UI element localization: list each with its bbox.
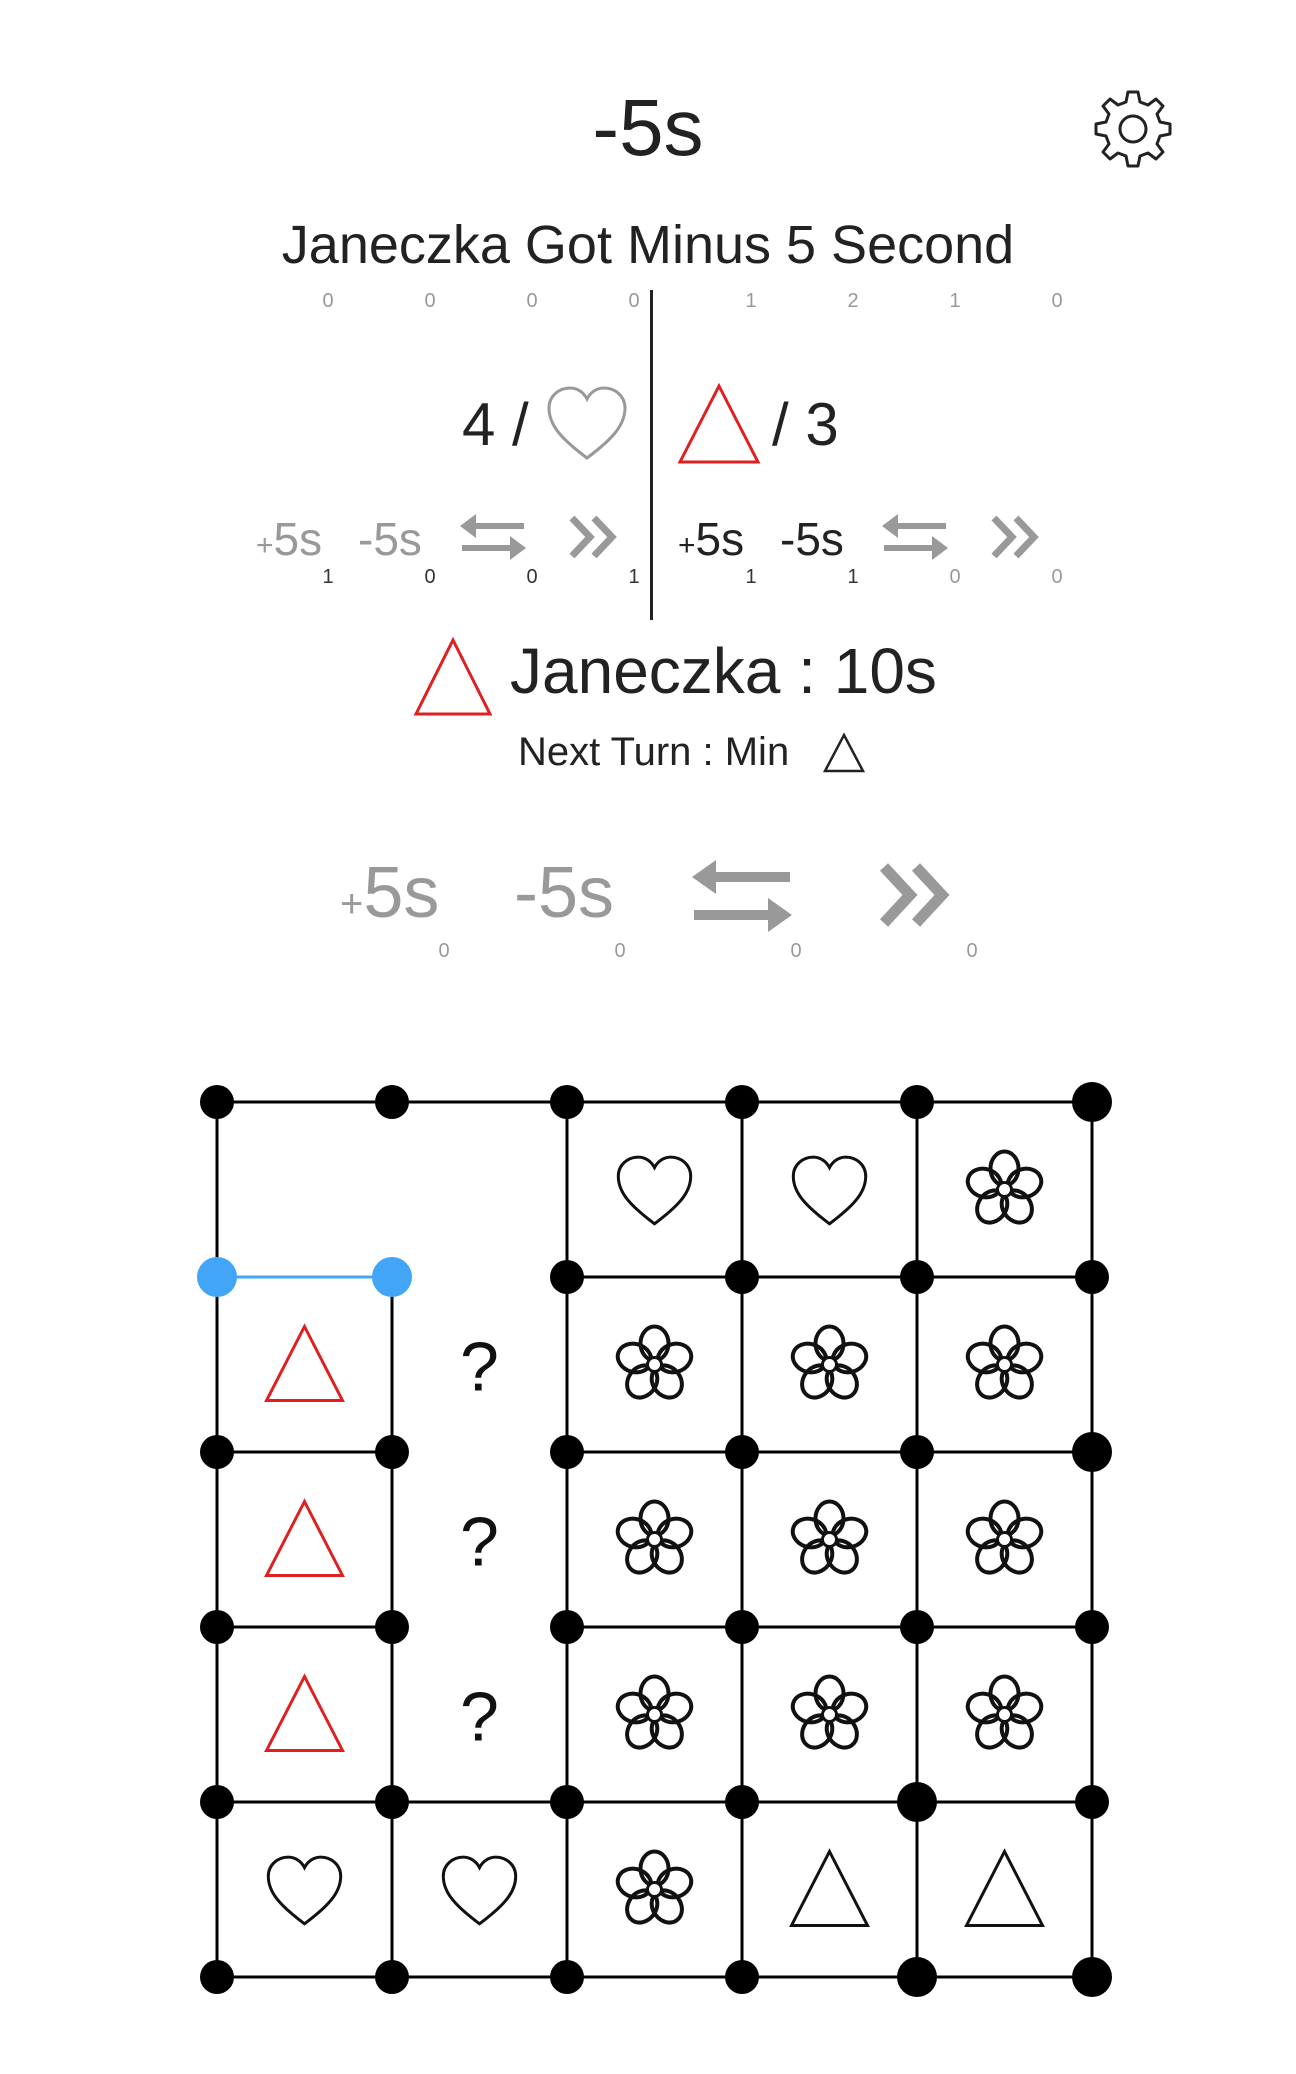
vertex-dot bbox=[1075, 1785, 1109, 1819]
vertex-dot bbox=[900, 1260, 934, 1294]
flower-icon bbox=[965, 1674, 1044, 1750]
vertex-dot bbox=[200, 1435, 234, 1469]
vertex-dot bbox=[725, 1610, 759, 1644]
vertex-dot bbox=[200, 1085, 234, 1119]
vertex-dot bbox=[375, 1085, 409, 1119]
flower-icon bbox=[790, 1499, 869, 1575]
vertex-dot bbox=[200, 1610, 234, 1644]
vertex-dot bbox=[900, 1610, 934, 1644]
vertex-dot bbox=[375, 1785, 409, 1819]
flower-icon bbox=[790, 1674, 869, 1750]
heart-icon bbox=[616, 1155, 693, 1226]
vertex-dot bbox=[375, 1610, 409, 1644]
game-board[interactable]: ??? bbox=[0, 0, 1296, 2074]
heart-icon bbox=[266, 1855, 343, 1926]
red-triangle-icon bbox=[264, 1498, 345, 1577]
flower-icon bbox=[615, 1849, 694, 1925]
vertex-dot bbox=[725, 1785, 759, 1819]
vertex-dot bbox=[1075, 1260, 1109, 1294]
vertex-dot bbox=[725, 1085, 759, 1119]
vertex-dot bbox=[372, 1257, 412, 1297]
red-triangle-icon bbox=[264, 1673, 345, 1752]
question-mark: ? bbox=[460, 1503, 499, 1581]
vertex-dot bbox=[725, 1960, 759, 1994]
vertex-dot bbox=[900, 1435, 934, 1469]
vertex-dot bbox=[897, 1957, 937, 1997]
vertex-dot bbox=[725, 1260, 759, 1294]
vertex-dot bbox=[1072, 1082, 1112, 1122]
vertex-dot bbox=[725, 1435, 759, 1469]
flower-icon bbox=[790, 1324, 869, 1400]
flower-icon bbox=[965, 1499, 1044, 1575]
flower-icon bbox=[615, 1674, 694, 1750]
vertex-dot bbox=[1075, 1610, 1109, 1644]
triangle-icon bbox=[789, 1848, 870, 1927]
vertex-dot bbox=[550, 1085, 584, 1119]
flower-icon bbox=[965, 1324, 1044, 1400]
vertex-dot bbox=[375, 1435, 409, 1469]
question-mark: ? bbox=[460, 1678, 499, 1756]
flower-icon bbox=[615, 1499, 694, 1575]
vertex-dot bbox=[550, 1960, 584, 1994]
flower-icon bbox=[965, 1149, 1044, 1225]
vertex-dot bbox=[1072, 1432, 1112, 1472]
flower-icon bbox=[615, 1324, 694, 1400]
vertex-dot bbox=[550, 1435, 584, 1469]
vertex-dot bbox=[550, 1260, 584, 1294]
vertex-dot bbox=[200, 1785, 234, 1819]
vertex-dot bbox=[900, 1085, 934, 1119]
vertex-dot bbox=[1072, 1957, 1112, 1997]
vertex-dot bbox=[197, 1257, 237, 1297]
red-triangle-icon bbox=[264, 1323, 345, 1402]
heart-icon bbox=[441, 1855, 518, 1926]
triangle-icon bbox=[964, 1848, 1045, 1927]
vertex-dot bbox=[550, 1610, 584, 1644]
question-mark: ? bbox=[460, 1328, 499, 1406]
vertex-dot bbox=[200, 1960, 234, 1994]
vertex-dot bbox=[375, 1960, 409, 1994]
vertex-dot bbox=[897, 1782, 937, 1822]
vertex-dot bbox=[550, 1785, 584, 1819]
heart-icon bbox=[791, 1155, 868, 1226]
